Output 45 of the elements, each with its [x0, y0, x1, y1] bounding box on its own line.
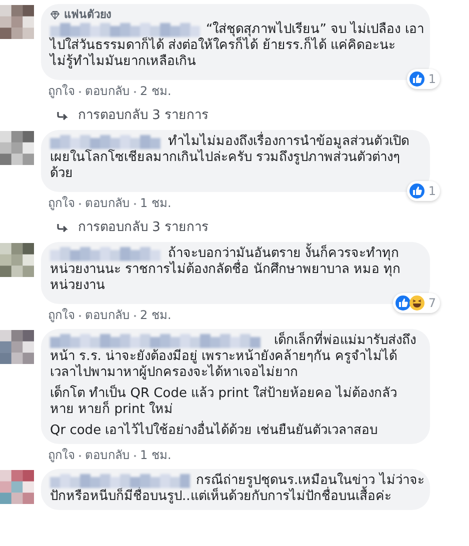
laughing-face-icon — [409, 295, 426, 311]
comment-line: เด็กโต ทำเป็น QR Code แล้ว print ใส่ป้ายห้อยคอ ไม่ต้องกลัว — [50, 386, 398, 401]
comment-line: ไม่รู้ทำไมมันยากเหลือเกิน — [50, 54, 196, 70]
action-link[interactable]: ตอบกลับ — [85, 448, 130, 463]
action-link[interactable]: ตอบกลับ — [85, 308, 130, 323]
reaction-count: 1 — [428, 184, 436, 198]
separator-dot — [79, 202, 81, 204]
separator-dot — [134, 314, 136, 316]
comment-line: หาย หายก็ print ใหม่ — [50, 402, 173, 418]
comment-line: ด้วย — [50, 166, 73, 182]
action-link[interactable]: ตอบกลับ — [85, 196, 130, 211]
comment-line: ทำไมไม่มองถึงเรื่องการนำข้อมูลส่วนตัวเปิด — [168, 134, 409, 150]
action-link[interactable]: ถูกใจ — [48, 196, 75, 211]
comment-line: เผยในโลกโซเชียลมากเกินไปล่ะครับ รวมถึงรูปภาพส่วนตัวต่างๆ — [50, 150, 400, 166]
comment-line: “ใส่ชุดสุภาพไปเรียน” จบ ไม่เปลือง เอา — [206, 22, 424, 37]
separator-dot — [134, 454, 136, 456]
replies-link[interactable]: การตอบกลับ 3 รายการ — [78, 108, 209, 124]
separator-dot — [134, 202, 136, 204]
comment-line: หน่วยงาน — [50, 278, 105, 294]
diamond-icon — [50, 10, 60, 20]
reply-arrow-icon — [57, 223, 69, 233]
separator-dot — [79, 454, 81, 456]
timestamp: 2 ชม. — [140, 84, 172, 99]
reaction-count: 7 — [428, 296, 436, 310]
replies-link[interactable]: การตอบกลับ 3 รายการ — [78, 220, 209, 236]
reply-arrow-icon — [57, 111, 69, 121]
reaction-count: 1 — [428, 72, 436, 86]
action-link[interactable]: ถูกใจ — [48, 84, 75, 99]
comment-line: เวลาไปพามาหาผู้ปกครองจะได้หาเจอไม่ยาก — [50, 365, 298, 381]
timestamp: 2 ชม. — [140, 308, 172, 323]
separator-dot — [79, 90, 81, 92]
badge-label: แฟนตัวยง — [64, 8, 111, 22]
comment-line: หน่วยงานนะ ราชการไม่ต้องกลัดชื่อ นักศึกษาพยาบาล หมอ ทุก — [50, 262, 401, 278]
comment-line: ไปใส่วันธรรมดาก็ได้ ส่งต่อให้ใครก็ได้ ย้ายรร.ก็ได้ แค่คิดอะนะ — [50, 38, 396, 53]
timestamp: 1 ชม. — [140, 448, 172, 463]
comment-line: Qr code เอาไว้ไปใช้อย่างอื่นได้ด้วย เช่นยืนยันตัวเวลาสอบ — [50, 423, 378, 439]
separator-dot — [79, 314, 81, 316]
comment-line: เด็กเล็กที่พ่อแม่มารับส่งถึง — [274, 333, 416, 349]
action-link[interactable]: ถูกใจ — [48, 448, 75, 463]
separator-dot — [134, 90, 136, 92]
comment-line: หน้า ร.ร. น่าจะยังต้องมีอยู่ เพราะหน้ายังคล้ายๆกัน ครูจำไม่ได้ — [50, 349, 397, 364]
action-link[interactable]: ตอบกลับ — [85, 84, 130, 99]
comment-line: กรณีถ่ายรูปชุดนร.เหมือนในข่าว ไม่ว่าจะ — [196, 473, 424, 488]
timestamp: 1 ชม. — [140, 196, 172, 211]
action-link[interactable]: ถูกใจ — [48, 308, 75, 323]
